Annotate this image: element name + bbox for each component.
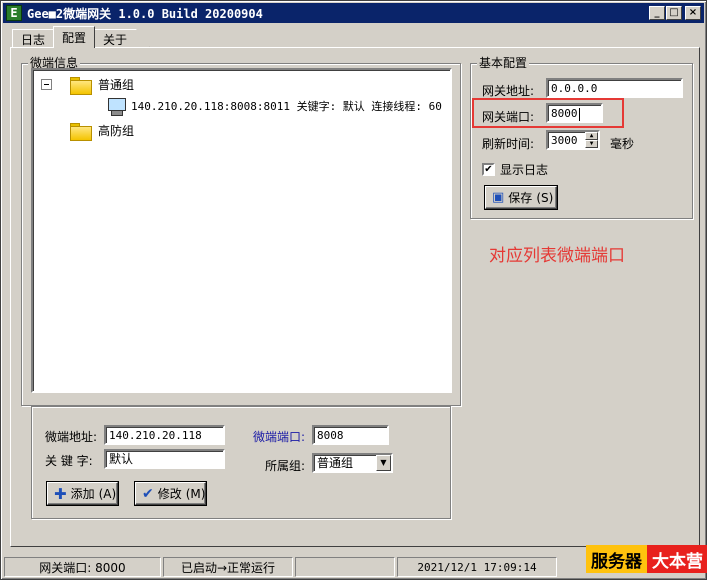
tab-about[interactable]: 关于 xyxy=(94,29,151,48)
add-hotkey: (A) xyxy=(98,486,117,501)
address-label: 微端地址: xyxy=(45,430,98,444)
highlight-box xyxy=(472,98,624,128)
spin-up-icon[interactable]: ▲ xyxy=(585,132,598,140)
edit-button[interactable]: ✔ 修改 (M) xyxy=(135,482,206,505)
keyword-label: 关 键 字: xyxy=(45,454,93,468)
tree-node-normal-group[interactable]: 普通组 xyxy=(41,76,135,95)
address-input[interactable]: 140.210.20.118 xyxy=(104,425,225,445)
add-button-label: 添加 xyxy=(70,487,95,501)
folder-icon xyxy=(70,76,92,95)
status-running: 已启动→正常运行 xyxy=(163,557,293,577)
computer-icon xyxy=(107,97,126,116)
save-button[interactable]: ▣ 保存 (S) xyxy=(485,186,557,209)
tab-log[interactable]: 日志 xyxy=(12,29,55,48)
refresh-time-value: 3000 xyxy=(551,134,578,147)
refresh-unit-label: 毫秒 xyxy=(610,137,635,151)
background-strip xyxy=(707,0,712,584)
basic-config-title: 基本配置 xyxy=(477,56,530,70)
watermark-logo: 服务器 大本营 xyxy=(586,545,708,573)
floppy-disk-icon: ▣ xyxy=(492,190,505,205)
collapse-icon[interactable] xyxy=(41,79,52,90)
window-title: Gee■2微端网关 1.0.0 Build 20200904 xyxy=(27,6,263,21)
checkmark-icon: ✔ xyxy=(142,485,154,502)
watermark-part1: 服务器 xyxy=(586,545,647,573)
tab-config[interactable]: 配置 xyxy=(53,26,96,48)
annotation-text: 对应列表微端端口 xyxy=(489,246,625,266)
tree-node-label: 普通组 xyxy=(98,78,135,92)
status-gateway-port: 网关端口: 8000 xyxy=(4,557,161,577)
refresh-time-input[interactable]: 3000 ▲ ▼ xyxy=(546,130,600,150)
status-empty xyxy=(295,557,395,577)
app-icon: E xyxy=(6,5,22,21)
status-datetime: 2021/12/1 17:09:14 xyxy=(397,557,557,577)
refresh-time-spinner[interactable]: ▲ ▼ xyxy=(585,132,598,148)
save-hotkey: (S) xyxy=(536,190,554,205)
port-label: 微端端口: xyxy=(253,430,306,444)
watermark-part2: 大本营 xyxy=(647,545,708,573)
tree-node-label: 高防组 xyxy=(98,124,135,138)
gateway-address-label: 网关地址: xyxy=(482,84,535,98)
add-button[interactable]: ✚ 添加 (A) xyxy=(47,482,118,505)
minimize-button[interactable]: _ xyxy=(649,6,665,20)
group-label: 所属组: xyxy=(265,459,306,473)
show-log-label: 显示日志 xyxy=(500,163,549,177)
tree-node-label: 140.210.20.118:8008:8011 关键字: 默认 连接线程: 6… xyxy=(131,100,442,113)
gateway-address-input[interactable]: 0.0.0.0 xyxy=(546,78,683,98)
chevron-down-icon[interactable]: ▼ xyxy=(376,455,391,471)
port-input[interactable]: 8008 xyxy=(312,425,389,445)
show-log-checkbox[interactable]: ✔ xyxy=(482,163,495,176)
group-select[interactable]: 普通组 ▼ xyxy=(312,453,393,473)
folder-icon xyxy=(70,122,92,141)
window-controls: _ □ × xyxy=(649,6,701,20)
tab-strip: 日志 配置 关于 xyxy=(12,26,151,48)
keyword-input[interactable]: 默认 xyxy=(104,449,225,469)
tree-node-highdefense-group[interactable]: 高防组 xyxy=(70,122,135,141)
refresh-time-label: 刷新时间: xyxy=(482,137,535,151)
maximize-button[interactable]: □ xyxy=(666,6,682,20)
group-select-value: 普通组 xyxy=(317,456,354,470)
microend-tree[interactable]: 普通组 140.210.20.118:8008:8011 关键字: 默认 连接线… xyxy=(31,68,452,393)
edit-hotkey: (M) xyxy=(185,486,206,501)
plus-icon: ✚ xyxy=(54,484,67,503)
close-button[interactable]: × xyxy=(685,6,701,20)
tree-node-server[interactable]: 140.210.20.118:8008:8011 关键字: 默认 连接线程: 6… xyxy=(107,97,442,116)
spin-down-icon[interactable]: ▼ xyxy=(585,140,598,148)
save-button-label: 保存 xyxy=(508,191,533,205)
title-bar[interactable]: E Gee■2微端网关 1.0.0 Build 20200904 _ □ × xyxy=(3,3,704,23)
edit-button-label: 修改 xyxy=(157,487,182,501)
